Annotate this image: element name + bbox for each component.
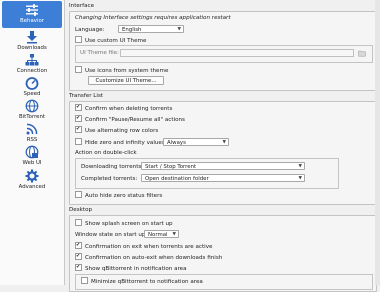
checkbox[interactable]: [75, 242, 82, 249]
checkbox-label: Confirm when deleting torrents: [85, 106, 173, 112]
checkbox-label: Confirmation on exit when torrents are a…: [85, 244, 213, 250]
checkbox[interactable]: [81, 277, 88, 284]
checkbox[interactable]: [75, 264, 82, 271]
interface-section-title: Interface: [69, 3, 95, 9]
tray-options-box: Minimize qBittorrent to notification are…: [75, 274, 373, 290]
checkbox-label: Minimize qBittorrent to notification are…: [91, 279, 203, 285]
checkbox[interactable]: [75, 126, 82, 133]
minimize-tray-checkbox[interactable]: Minimize qBittorrent to notification are…: [81, 277, 203, 285]
checkbox-label: Confirmation on auto-exit when downloads…: [85, 255, 223, 261]
checkbox-label: Show qBittorrent in notification area: [85, 266, 187, 272]
globe-icon: [25, 99, 39, 113]
folder-icon[interactable]: [358, 49, 366, 57]
transfer-list-section-title: Transfer List: [69, 93, 104, 99]
completed-action-value: Open destination folder: [145, 176, 209, 182]
language-label: Language:: [75, 27, 105, 33]
settings-content: Interface Changing Interface settings re…: [67, 0, 380, 292]
checkbox[interactable]: [75, 115, 82, 122]
checkbox-label: Hide zero and infinity values: [85, 140, 165, 146]
checkbox[interactable]: [75, 104, 82, 111]
checkbox-label: Use custom UI Theme: [85, 38, 147, 44]
hide-zero-select[interactable]: Always ▼: [163, 138, 229, 146]
splash-checkbox[interactable]: Show splash screen on start up: [75, 219, 173, 227]
web-ui-icon: [25, 145, 39, 159]
show-tray-checkbox[interactable]: Show qBittorrent in notification area: [75, 264, 187, 272]
theme-file-label: UI Theme file:: [80, 50, 119, 56]
alternating-rows-checkbox[interactable]: Use alternating row colors: [75, 126, 159, 134]
confirm-delete-checkbox[interactable]: Confirm when deleting torrents: [75, 104, 173, 112]
checkbox[interactable]: [75, 253, 82, 260]
desktop-group: Show splash screen on start up Window st…: [69, 215, 377, 292]
checkbox[interactable]: [75, 36, 82, 43]
checkbox-label: Use alternating row colors: [85, 128, 159, 134]
checkbox-label: Show splash screen on start up: [85, 221, 173, 227]
sidebar-item-label: Web UI: [22, 160, 42, 166]
sidebar: Behavior Downloads Connection Speed BitT…: [0, 0, 65, 285]
confirm-auto-exit-checkbox[interactable]: Confirmation on auto-exit when downloads…: [75, 253, 223, 261]
chevron-down-icon: ▼: [298, 176, 302, 181]
hide-zero-value: Always: [167, 140, 186, 146]
downloading-action-value: Start / Stop Torrent: [145, 164, 197, 170]
window-state-label: Window state on start up:: [75, 232, 148, 238]
checkbox-label: Confirm "Pause/Resume all" actions: [85, 117, 185, 123]
sidebar-item-advanced[interactable]: Advanced: [2, 167, 62, 194]
speedometer-icon: [25, 77, 39, 90]
sidebar-item-behavior[interactable]: Behavior: [2, 1, 62, 28]
sidebar-item-label: Behavior: [20, 18, 44, 24]
auto-hide-zero-checkbox[interactable]: Auto hide zero status filters: [75, 191, 163, 199]
downloading-action-select[interactable]: Start / Stop Torrent ▼: [141, 162, 305, 170]
chevron-down-icon: ▼: [172, 232, 176, 237]
language-value: English: [122, 27, 142, 33]
checkbox[interactable]: [75, 138, 82, 145]
theme-file-box: UI Theme file:: [75, 45, 373, 63]
customize-theme-button[interactable]: Customize UI Theme...: [88, 76, 164, 85]
confirm-exit-active-checkbox[interactable]: Confirmation on exit when torrents are a…: [75, 242, 213, 250]
checkbox-label: Use icons from system theme: [85, 68, 169, 74]
checkbox-label: Auto hide zero status filters: [85, 193, 163, 199]
window-state-value: Normal: [148, 232, 168, 238]
double-click-box: Downloading torrents: Start / Stop Torre…: [75, 158, 339, 189]
rss-icon: [26, 123, 38, 135]
network-icon: [25, 54, 39, 66]
confirm-pause-checkbox[interactable]: Confirm "Pause/Resume all" actions: [75, 115, 185, 123]
sidebar-item-label: Advanced: [18, 184, 46, 190]
theme-file-input[interactable]: [120, 49, 354, 57]
sidebar-item-web-ui[interactable]: Web UI: [2, 143, 62, 170]
interface-group: Changing Interface settings requires app…: [69, 11, 377, 91]
completed-action-select[interactable]: Open destination folder ▼: [141, 174, 305, 182]
window-state-select[interactable]: Normal ▼: [144, 230, 179, 238]
hide-zero-checkbox[interactable]: Hide zero and infinity values: [75, 138, 165, 146]
double-click-title: Action on double-click: [75, 150, 137, 156]
chevron-down-icon: ▼: [177, 27, 181, 32]
transfer-list-group: Confirm when deleting torrents Confirm "…: [69, 101, 377, 205]
restart-note: Changing Interface settings requires app…: [75, 15, 231, 21]
language-select[interactable]: English ▼: [118, 25, 184, 33]
checkbox[interactable]: [75, 66, 82, 73]
completed-label: Completed torrents:: [81, 176, 138, 182]
sliders-icon: [26, 4, 38, 16]
gear-icon: [25, 169, 39, 183]
checkbox[interactable]: [75, 191, 82, 198]
desktop-section-title: Desktop: [69, 207, 93, 213]
checkbox[interactable]: [75, 219, 82, 226]
chevron-down-icon: ▼: [222, 140, 226, 145]
use-system-icons-checkbox[interactable]: Use icons from system theme: [75, 66, 169, 74]
vertical-scrollbar[interactable]: [375, 0, 380, 285]
chevron-down-icon: ▼: [298, 164, 302, 169]
downloads-icon: [27, 31, 37, 44]
downloading-label: Downloading torrents:: [81, 164, 144, 170]
use-custom-theme-checkbox[interactable]: Use custom UI Theme: [75, 36, 147, 44]
